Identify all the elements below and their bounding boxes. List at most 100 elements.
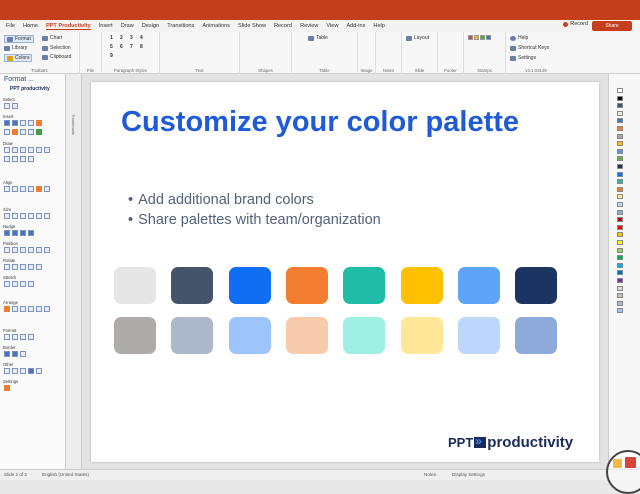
palette-swatch[interactable] [617, 293, 623, 299]
insert-tool[interactable] [36, 120, 42, 126]
nudge-tool[interactable] [28, 230, 34, 236]
color-swatch[interactable] [114, 267, 156, 304]
palette-swatch[interactable] [617, 202, 623, 207]
palette-swatch[interactable] [617, 255, 623, 261]
tab-review[interactable]: Review [300, 23, 318, 29]
palette-swatch[interactable] [617, 262, 623, 268]
color-swatch[interactable] [457, 267, 500, 304]
position-tool[interactable] [28, 247, 34, 253]
para-style-4[interactable]: 4 [140, 34, 143, 43]
help-button[interactable]: Help [510, 35, 528, 41]
color-swatch[interactable] [228, 317, 271, 354]
rotate-tool[interactable] [12, 264, 18, 270]
draw-tool[interactable] [28, 156, 34, 162]
palette-swatch[interactable] [617, 141, 623, 147]
record-button[interactable]: Record [563, 21, 588, 27]
other-tool[interactable] [4, 368, 10, 374]
tab-ppt-productivity[interactable]: PPT Productivity [45, 23, 91, 30]
palette-swatch[interactable] [617, 247, 623, 253]
insert-tool[interactable] [4, 120, 10, 126]
color-swatch[interactable] [285, 317, 328, 354]
palette-swatch[interactable] [617, 156, 623, 162]
insert-tool[interactable] [28, 129, 34, 135]
nudge-tool[interactable] [4, 230, 10, 236]
draw-tool[interactable] [28, 147, 34, 153]
palette-swatch[interactable] [617, 148, 623, 154]
palette-swatch[interactable] [617, 278, 623, 283]
tab-home[interactable]: Home [23, 23, 38, 29]
palette-swatch[interactable] [617, 103, 623, 109]
other-tool[interactable] [12, 368, 18, 374]
para-style-6[interactable]: 6 [120, 43, 123, 52]
draw-tool[interactable] [20, 156, 26, 162]
select-tool[interactable] [4, 103, 10, 109]
size-tool[interactable] [20, 213, 26, 219]
palette-swatch[interactable] [617, 88, 623, 93]
rotate-tool[interactable] [36, 264, 42, 270]
tab-add-ins[interactable]: Add-ins [346, 23, 365, 29]
stretch-tool[interactable] [4, 281, 10, 287]
rotate-tool[interactable] [4, 264, 10, 270]
draw-tool[interactable] [20, 147, 26, 153]
layout-button[interactable]: Layout [406, 35, 429, 41]
select-tool[interactable] [12, 103, 18, 109]
palette-swatch[interactable] [617, 118, 623, 124]
align-tool[interactable] [36, 186, 42, 192]
tab-view[interactable]: View [326, 23, 338, 29]
stretch-tool[interactable] [20, 281, 26, 287]
arrange-tool[interactable] [4, 306, 10, 312]
align-tool[interactable] [44, 186, 50, 192]
align-tool[interactable] [20, 186, 26, 192]
border-tool[interactable] [20, 351, 26, 357]
arrange-tool[interactable] [28, 306, 34, 312]
nudge-tool[interactable] [20, 230, 26, 236]
display-settings[interactable]: Display Settings [452, 472, 485, 477]
draw-tool[interactable] [36, 147, 42, 153]
color-swatch[interactable] [285, 267, 328, 304]
format-button[interactable]: Format [4, 35, 34, 43]
color-swatch[interactable] [171, 267, 214, 304]
para-style-8[interactable]: 8 [140, 43, 143, 52]
position-tool[interactable] [4, 247, 10, 253]
arrange-tool[interactable] [12, 306, 18, 312]
selection-button[interactable]: Selection [42, 45, 71, 51]
other-tool[interactable] [28, 368, 34, 374]
color-swatch[interactable] [114, 317, 156, 354]
color-swatch[interactable] [400, 317, 443, 354]
folder-icon[interactable] [613, 459, 622, 468]
palette-swatch[interactable] [617, 209, 623, 215]
other-tool[interactable] [36, 368, 42, 374]
para-style-3[interactable]: 3 [130, 34, 133, 43]
palette-swatch[interactable] [617, 240, 623, 245]
palette-swatch[interactable] [617, 300, 623, 306]
slide-title[interactable]: Customize your color palette [121, 106, 519, 139]
palette-swatch[interactable] [617, 186, 623, 192]
para-style-9[interactable]: 9 [110, 52, 113, 61]
palette-swatch[interactable] [617, 224, 623, 230]
insert-tool[interactable] [12, 120, 18, 126]
rotate-tool[interactable] [20, 264, 26, 270]
format-tool[interactable] [12, 334, 18, 340]
stamp-swatches[interactable] [468, 35, 492, 40]
palette-swatch[interactable] [617, 171, 623, 177]
palette-swatch[interactable] [617, 126, 623, 131]
color-swatch[interactable] [343, 317, 386, 354]
size-tool[interactable] [28, 213, 34, 219]
tab-slide-show[interactable]: Slide Show [238, 23, 266, 29]
palette-swatch[interactable] [617, 133, 623, 139]
insert-tool[interactable] [4, 129, 10, 135]
share-button[interactable]: Share [592, 21, 632, 31]
insert-tool[interactable] [20, 129, 26, 135]
para-style-7[interactable]: 7 [130, 43, 133, 52]
chart-button[interactable]: Chart [42, 35, 62, 41]
format-tool[interactable] [28, 334, 34, 340]
notes-toggle[interactable]: Notes [424, 472, 436, 477]
insert-tool[interactable] [20, 120, 26, 126]
size-tool[interactable] [12, 213, 18, 219]
para-style-1[interactable]: 1 [110, 34, 113, 43]
arrange-tool[interactable] [44, 306, 50, 312]
shortcut-keys-button[interactable]: Shortcut Keys [510, 45, 549, 51]
palette-swatch[interactable] [617, 110, 623, 116]
palette-swatch[interactable] [617, 232, 623, 238]
draw-tool[interactable] [4, 147, 10, 153]
